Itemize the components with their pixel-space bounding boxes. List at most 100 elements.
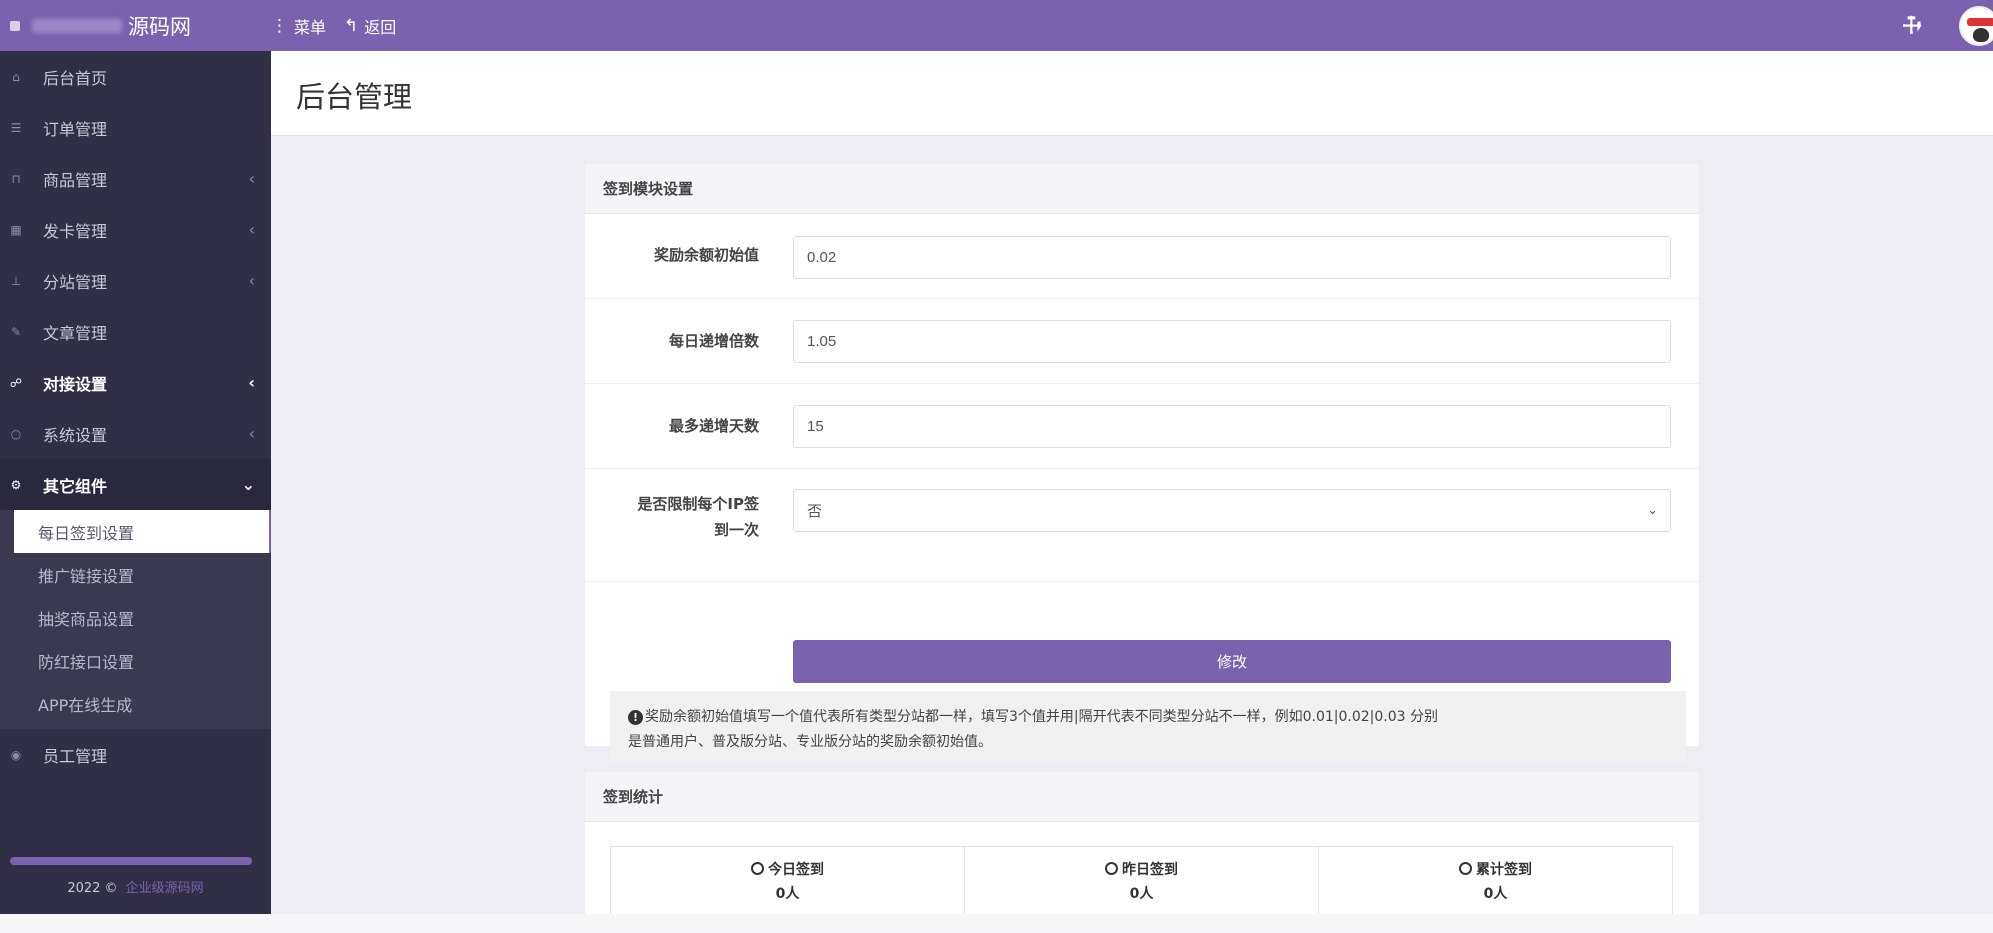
sidebar-item-dashboard[interactable]: ⌂ 后台首页	[0, 51, 271, 102]
clock-icon	[1105, 862, 1118, 875]
form-row: 是否限制每个IP签 到一次 否 ⌄	[585, 469, 1699, 582]
submenu-item-promo-link[interactable]: 推广链接设置	[0, 553, 271, 596]
sidebar-item-label: 员工管理	[43, 746, 108, 766]
tip-text: 是普通用户、普及版分站、专业版分站的奖励余额初始值。	[628, 734, 992, 750]
list-icon: ☰	[10, 120, 22, 135]
stat-today: 今日签到 0人	[611, 847, 965, 914]
brand-name: 源码网	[128, 14, 191, 39]
sidebar-item-staff[interactable]: ◉ 员工管理	[0, 729, 271, 780]
chevron-left-icon: ‹	[248, 169, 255, 188]
article-icon: ✎	[10, 324, 22, 339]
field-label: 每日递增倍数	[668, 332, 759, 350]
sidebar-item-label: 分站管理	[43, 272, 108, 292]
stat-label: 累计签到	[1476, 862, 1532, 878]
chevron-left-icon: ‹	[248, 271, 255, 290]
submenu-item-signin[interactable]: 每日签到设置	[14, 510, 271, 553]
signin-settings-card: 签到模块设置 奖励余额初始值 0.02 每日递增倍数 1.05 最多递增天数 1…	[585, 164, 1699, 763]
submenu-item-lottery[interactable]: 抽奖商品设置	[0, 596, 271, 639]
sidebar-item-products[interactable]: ⊓ 商品管理 ‹	[0, 153, 271, 204]
sidebar-item-orders[interactable]: ☰ 订单管理	[0, 102, 271, 153]
stats-row: 今日签到 0人 昨日签到 0人 累计签到 0人	[610, 846, 1673, 914]
submit-button[interactable]: 修改	[793, 640, 1671, 683]
submenu-item-anti-red[interactable]: 防红接口设置	[0, 639, 271, 682]
sidebar-item-system[interactable]: ○ 系统设置 ‹	[0, 408, 271, 459]
chevron-left-icon: ‹	[248, 220, 255, 239]
stat-value: 0人	[775, 886, 800, 902]
initial-reward-input[interactable]: 0.02	[793, 236, 1671, 279]
chevron-left-icon: ‹	[248, 424, 255, 443]
back-button[interactable]: ↰ 返回	[344, 14, 396, 38]
user-icon: ◉	[10, 747, 22, 762]
stat-label: 今日签到	[768, 862, 824, 878]
sidebar-divider-bar	[10, 857, 252, 865]
select-value: 否	[807, 503, 823, 520]
wrench-icon[interactable]: ⚒	[1895, 10, 1927, 42]
brand[interactable]: 源码网	[0, 0, 271, 51]
stat-value: 0人	[1483, 886, 1508, 902]
page-bottom-edge	[0, 914, 1993, 933]
field-label: 是否限制每个IP签 到一次	[637, 491, 759, 543]
cogs-icon: ⚙	[10, 477, 22, 492]
tip-text: 奖励余额初始值填写一个值代表所有类型分站都一样，填写3个值并用|隔开代表不同类型…	[645, 709, 1439, 725]
signin-stats-card: 签到统计 今日签到 0人 昨日签到 0人 累计签到 0人	[585, 772, 1699, 914]
gear-icon: ○	[10, 426, 22, 441]
menu-label: 菜单	[294, 17, 327, 37]
card-title: 签到模块设置	[585, 164, 1699, 214]
card-title: 签到统计	[585, 772, 1699, 822]
copyright-year: 2022 ©	[67, 881, 118, 896]
field-label: 奖励余额初始值	[653, 246, 759, 264]
sidebar-item-label: 对接设置	[43, 374, 108, 394]
sitemap-icon: ⊥	[10, 273, 22, 288]
brand-blurred-text	[32, 18, 122, 33]
page-title: 后台管理	[296, 80, 413, 114]
field-label: 最多递增天数	[668, 417, 759, 435]
sidebar-item-cards[interactable]: ▦ 发卡管理 ‹	[0, 204, 271, 255]
daily-multiplier-input[interactable]: 1.05	[793, 320, 1671, 363]
copyright: 2022 © 企业级源码网	[0, 877, 271, 896]
sidebar-item-components[interactable]: ⚙ 其它组件 ⌄	[0, 459, 271, 510]
stat-value: 0人	[1129, 886, 1154, 902]
grid-icon: ▦	[10, 222, 22, 237]
link-icon: ☍	[9, 375, 23, 390]
chevron-down-icon: ⌄	[1647, 502, 1658, 517]
stat-yesterday: 昨日签到 0人	[965, 847, 1319, 914]
help-tip: ! 奖励余额初始值填写一个值代表所有类型分站都一样，填写3个值并用|隔开代表不同类…	[610, 691, 1686, 763]
sidebar-item-label: 订单管理	[43, 119, 108, 139]
sidebar-item-substations[interactable]: ⊥ 分站管理 ‹	[0, 255, 271, 306]
top-navbar: 源码网 ⋮ 菜单 ↰ 返回 ⚒	[0, 0, 1993, 51]
home-icon: ⌂	[12, 69, 20, 84]
field-label-line: 到一次	[713, 521, 759, 539]
form-row: 奖励余额初始值 0.02	[585, 215, 1699, 299]
logo-icon	[10, 20, 20, 31]
info-icon: !	[628, 710, 643, 725]
menu-icon: ⋮	[271, 15, 288, 36]
sidebar: ⌂ 后台首页 ☰ 订单管理 ⊓ 商品管理 ‹ ▦ 发卡管理 ‹ ⊥ 分站管理 ‹…	[0, 51, 271, 914]
pie-chart-icon	[1459, 862, 1472, 875]
field-label-line: 是否限制每个IP签	[637, 495, 759, 513]
menu-button[interactable]: ⋮ 菜单	[271, 14, 326, 38]
sidebar-item-articles[interactable]: ✎ 文章管理	[0, 306, 271, 357]
chevron-left-icon: ‹	[248, 373, 255, 392]
stat-label: 昨日签到	[1122, 862, 1178, 878]
sidebar-item-label: 后台首页	[43, 68, 108, 88]
sidebar-item-label: 文章管理	[43, 323, 108, 343]
user-circle-icon	[751, 862, 764, 875]
cart-icon: ⊓	[11, 171, 21, 186]
form-row: 最多递增天数 15	[585, 384, 1699, 469]
copyright-link[interactable]: 企业级源码网	[126, 881, 204, 896]
submenu-item-app[interactable]: APP在线生成	[0, 682, 271, 725]
max-days-input[interactable]: 15	[793, 405, 1671, 448]
stat-total: 累计签到 0人	[1319, 847, 1672, 914]
sidebar-item-label: 其它组件	[43, 476, 108, 496]
back-label: 返回	[364, 17, 397, 37]
form-row: 每日递增倍数 1.05	[585, 299, 1699, 384]
avatar[interactable]	[1959, 5, 1993, 46]
page-header: 后台管理	[271, 51, 1993, 136]
sidebar-item-label: 系统设置	[43, 425, 108, 445]
sidebar-item-docking[interactable]: ☍ 对接设置 ‹	[0, 357, 271, 408]
ip-limit-select[interactable]: 否 ⌄	[793, 489, 1671, 532]
sidebar-item-label: 商品管理	[43, 170, 108, 190]
components-submenu: 每日签到设置 推广链接设置 抽奖商品设置 防红接口设置 APP在线生成	[0, 510, 271, 729]
sidebar-item-label: 发卡管理	[43, 221, 108, 241]
chevron-down-icon: ⌄	[241, 475, 255, 494]
